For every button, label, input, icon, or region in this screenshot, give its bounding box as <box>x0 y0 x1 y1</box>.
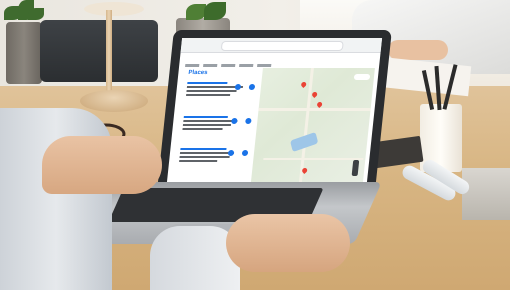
plant-leaf <box>186 4 206 20</box>
desk-tray <box>462 168 510 220</box>
person-left-hand <box>42 136 162 194</box>
places-heading: Places <box>188 70 208 76</box>
tab[interactable] <box>239 64 254 67</box>
lamp-base <box>80 90 148 112</box>
search-tabs <box>185 54 377 67</box>
tab[interactable] <box>257 64 272 67</box>
map-pin-icon[interactable] <box>311 90 319 99</box>
plant-pot-left <box>6 22 42 84</box>
map-panel[interactable] <box>250 68 375 182</box>
website-icon[interactable] <box>241 150 249 156</box>
person-right-hand <box>388 40 448 60</box>
tab[interactable] <box>185 64 200 67</box>
lamp-stem <box>106 10 112 96</box>
website-icon[interactable] <box>245 118 252 124</box>
photo-scene: Places <box>0 0 510 290</box>
map-expand-button[interactable] <box>353 74 371 80</box>
search-bar[interactable] <box>220 41 344 51</box>
tab[interactable] <box>203 64 218 67</box>
map-road <box>258 108 371 111</box>
map-pin-icon[interactable] <box>300 80 308 89</box>
lamp-shade <box>84 2 144 16</box>
plant-leaf <box>28 8 44 20</box>
laptop-screen: Places <box>165 38 383 192</box>
map-pin-icon[interactable] <box>316 100 324 109</box>
map-road <box>263 158 364 160</box>
browser-topbar <box>180 38 383 53</box>
plant-leaf <box>204 2 226 20</box>
map-zoom-control[interactable] <box>351 160 360 176</box>
dark-storage-box <box>40 20 158 82</box>
person-right-hand-typing <box>226 214 350 272</box>
website-icon[interactable] <box>248 84 256 90</box>
tab[interactable] <box>221 64 236 67</box>
